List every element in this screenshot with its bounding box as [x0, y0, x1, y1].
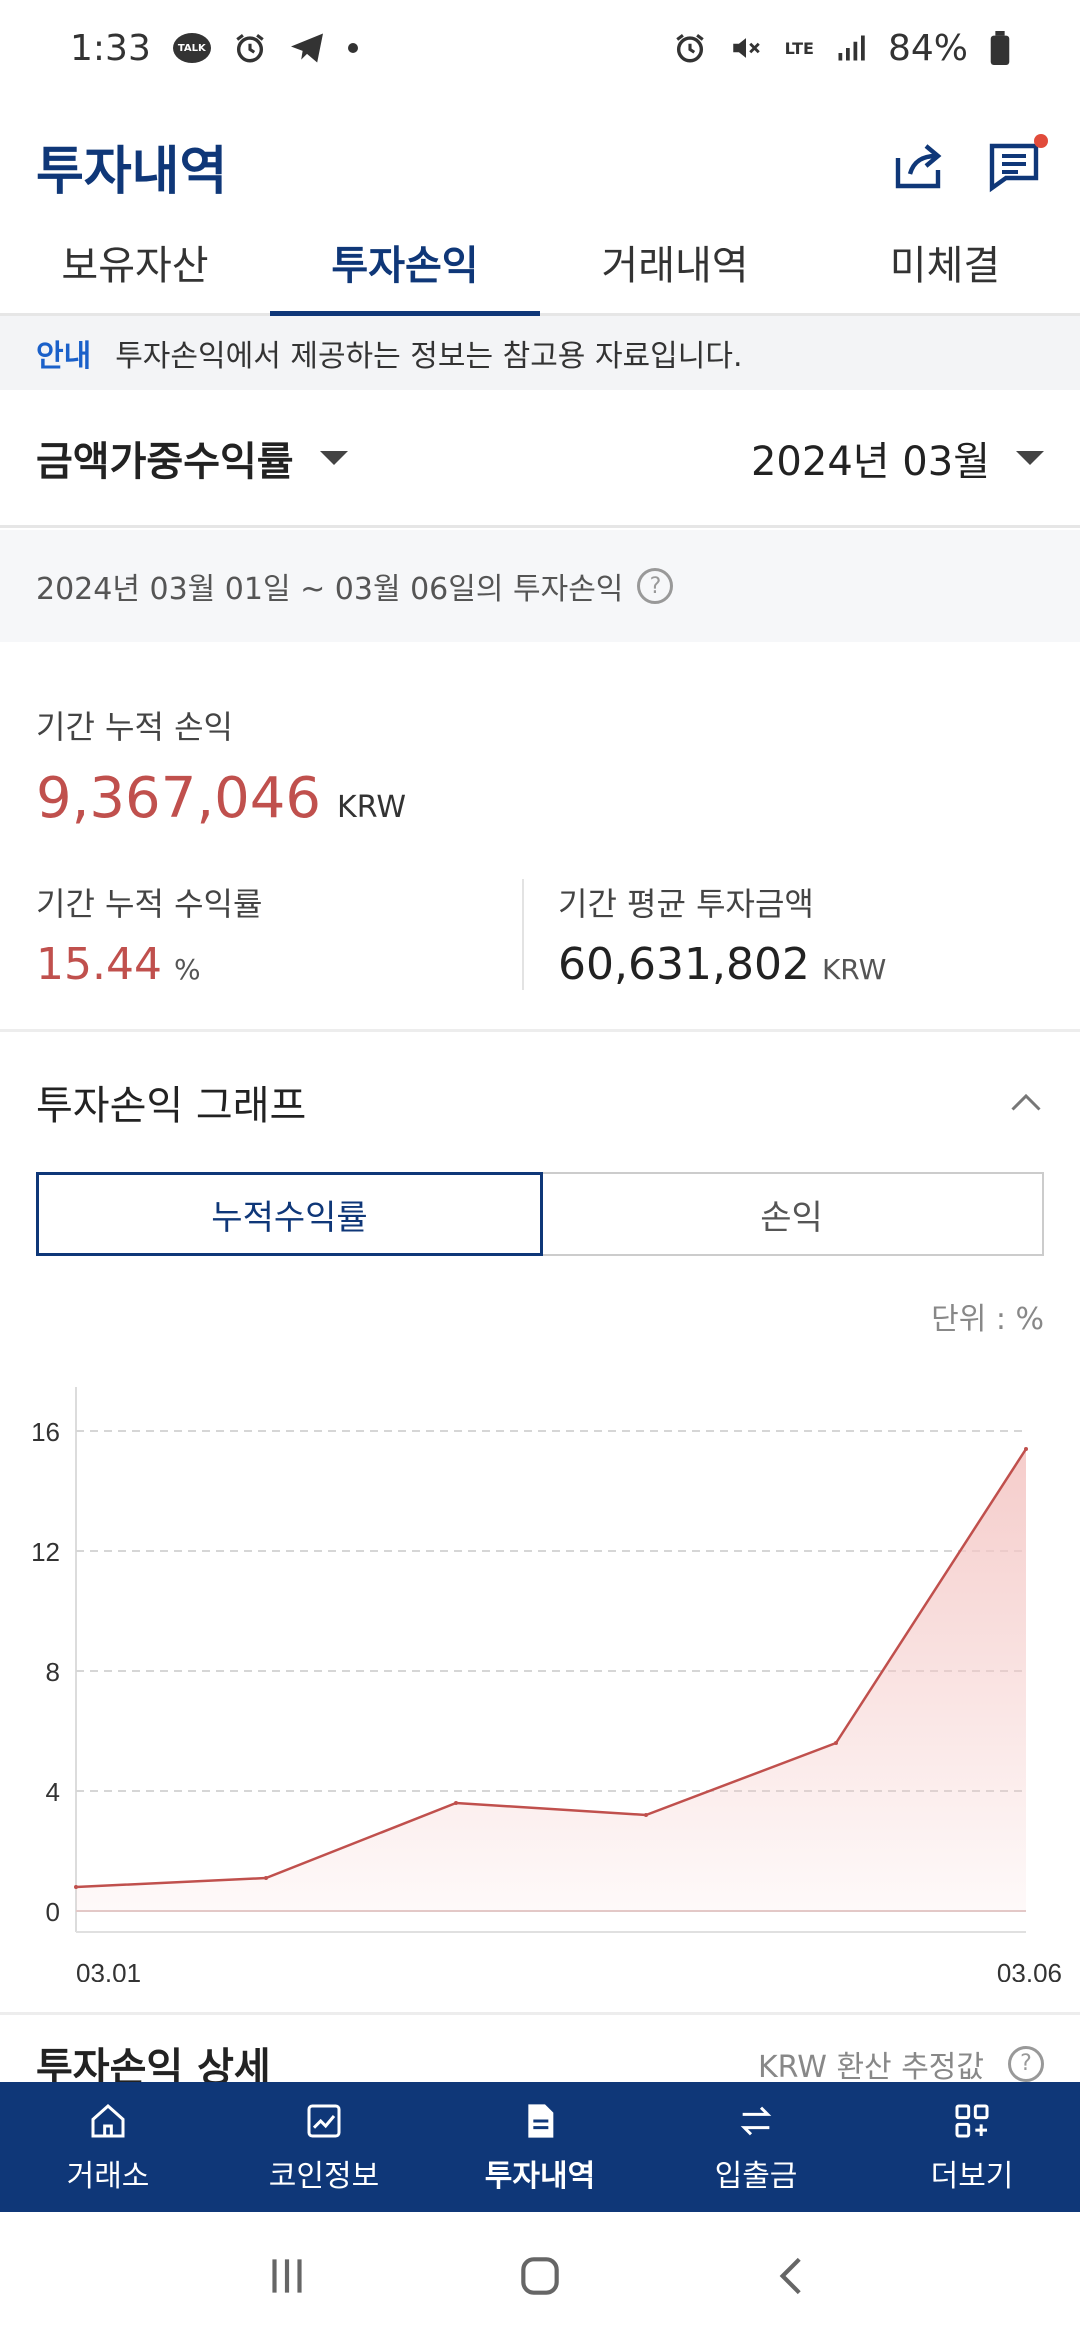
- back-icon[interactable]: [768, 2251, 818, 2301]
- kakaotalk-icon: TALK: [172, 33, 211, 63]
- tab-profit-loss[interactable]: 투자손익: [270, 210, 540, 316]
- chart-icon: [302, 2099, 346, 2143]
- new-badge-dot: [1034, 134, 1048, 148]
- toggle-cumulative-rate[interactable]: 누적수익률: [36, 1172, 543, 1256]
- chart-point: [1024, 1447, 1028, 1451]
- toggle-profit[interactable]: 손익: [541, 1174, 1042, 1254]
- tab-bar: 보유자산 투자손익 거래내역 미체결: [0, 210, 1080, 316]
- cum-profit-label: 기간 누적 손익: [36, 708, 233, 746]
- alarm-icon: [233, 31, 267, 65]
- cum-profit-value: 9,367,046: [36, 766, 322, 831]
- metric-label: 금액가중수익률: [36, 438, 294, 485]
- document-icon: [518, 2099, 562, 2143]
- chart-point: [74, 1885, 78, 1889]
- clock-time: 1:33: [70, 27, 151, 69]
- chart-point: [834, 1741, 838, 1745]
- month-label: 2024년 03월: [750, 438, 990, 485]
- system-nav-bar: [0, 2212, 1080, 2340]
- graph-title: 투자손익 그래프: [36, 1083, 307, 1129]
- avg-invest-unit: KRW: [821, 953, 887, 986]
- nav-coin-info[interactable]: 코인정보: [216, 2082, 432, 2212]
- tab-holdings[interactable]: 보유자산: [0, 210, 270, 313]
- nav-label: 입출금: [714, 2159, 798, 2194]
- notice-tag: 안내: [36, 339, 92, 374]
- transfer-icon: [734, 2099, 778, 2143]
- filter-row: 금액가중수익률 2024년 03월: [0, 390, 1080, 528]
- cum-rate-label: 기간 누적 수익률: [36, 885, 263, 923]
- alarm-status-icon: [673, 31, 707, 65]
- home-button-icon[interactable]: [515, 2251, 565, 2301]
- avg-invest-value: 60,631,802: [558, 939, 810, 990]
- chart-unit-label: 단위 : %: [931, 1302, 1044, 1337]
- profit-chart: 0 4 8 12 16 03.01 03.06: [31, 1387, 1062, 1988]
- chevron-up-icon[interactable]: [1008, 1084, 1044, 1120]
- krw-estimate-label: KRW 환산 추정값 ?: [757, 2042, 1044, 2083]
- chart-container: 0 4 8 12 16 03.01 03.06: [0, 1362, 1080, 1988]
- chart-y-tick-label: 4: [46, 1777, 60, 1807]
- chart-x-tick-label: 03.06: [997, 1958, 1062, 1982]
- graph-header[interactable]: 투자손익 그래프: [0, 1032, 1080, 1172]
- help-icon[interactable]: ?: [1008, 2045, 1044, 2082]
- cum-profit-unit: KRW: [337, 790, 406, 825]
- nav-exchange[interactable]: 거래소: [0, 2082, 216, 2212]
- notification-dot-icon: [347, 42, 359, 54]
- graph-toggle: 누적수익률 손익: [36, 1172, 1044, 1256]
- nav-deposit-withdraw[interactable]: 입출금: [648, 2082, 864, 2212]
- recent-apps-icon[interactable]: [262, 2251, 312, 2301]
- lte-icon: LTE: [784, 38, 814, 58]
- mute-icon: [729, 31, 763, 65]
- message-list-icon: [989, 143, 1039, 193]
- nav-label: 코인정보: [268, 2159, 380, 2194]
- nav-investment-history[interactable]: 투자내역: [432, 2082, 648, 2212]
- battery-icon: [990, 31, 1010, 65]
- period-info: 2024년 03월 01일 ~ 03월 06일의 투자손익 ?: [0, 530, 1080, 642]
- battery-percent: 84%: [887, 27, 968, 69]
- chart-area-fill: [76, 1449, 1026, 1911]
- signal-icon: [836, 33, 866, 63]
- chart-point: [644, 1813, 648, 1817]
- chart-y-tick-label: 8: [46, 1657, 60, 1687]
- nav-label: 거래소: [66, 2159, 150, 2194]
- chart-y-tick-label: 12: [31, 1537, 60, 1567]
- tab-transactions[interactable]: 거래내역: [540, 210, 810, 313]
- detail-title: 투자손익 상세: [36, 2044, 271, 2083]
- graph-section: 투자손익 그래프 누적수익률 손익 단위 : % 0 4 8 12 16 03.01 03.…: [0, 1032, 1080, 2012]
- chart-y-tick-label: 0: [46, 1897, 60, 1927]
- page-title: 투자내역: [36, 141, 228, 202]
- nav-more[interactable]: 더보기: [864, 2082, 1080, 2212]
- cum-rate-unit: %: [173, 953, 201, 986]
- chart-x-tick-label: 03.01: [76, 1958, 141, 1982]
- chart-point: [264, 1876, 268, 1880]
- period-text: 2024년 03월 01일 ~ 03월 06일의 투자손익: [36, 572, 624, 607]
- month-dropdown[interactable]: 2024년 03월: [751, 429, 1044, 487]
- notice-board-button[interactable]: [984, 134, 1048, 196]
- krw-estimate-text: KRW 환산 추정값: [757, 2049, 984, 2083]
- nav-label: 투자내역: [484, 2159, 596, 2194]
- chart-y-tick-label: 16: [31, 1417, 60, 1447]
- metric-dropdown[interactable]: 금액가중수익률: [36, 429, 348, 487]
- status-bar: 1:33 TALK LTE 84%: [0, 0, 1080, 96]
- avg-invest-label: 기간 평균 투자금액: [558, 885, 814, 923]
- notice-text: 투자손익에서 제공하는 정보는 참고용 자료입니다.: [115, 339, 743, 374]
- home-icon: [86, 2099, 130, 2143]
- notice-bar: 안내 투자손익에서 제공하는 정보는 참고용 자료입니다.: [0, 316, 1080, 390]
- tab-open-orders[interactable]: 미체결: [810, 210, 1080, 313]
- telegram-icon: [289, 32, 325, 64]
- detail-header: 투자손익 상세 KRW 환산 추정값 ?: [0, 2012, 1080, 2082]
- more-icon: [950, 2099, 994, 2143]
- nav-label: 더보기: [930, 2159, 1014, 2194]
- summary-panel: 기간 누적 손익 9,367,046 KRW 기간 누적 수익률 15.44 %…: [0, 642, 1080, 1032]
- dropdown-caret-icon: [1016, 450, 1044, 465]
- share-button[interactable]: [888, 136, 948, 196]
- cum-rate-value: 15.44: [36, 939, 162, 990]
- help-icon[interactable]: ?: [637, 568, 674, 604]
- share-icon: [895, 144, 942, 189]
- dropdown-caret-icon: [319, 450, 348, 465]
- bottom-nav: 거래소 코인정보 투자내역 입출금 더보기: [0, 2082, 1080, 2212]
- chart-point: [454, 1801, 458, 1805]
